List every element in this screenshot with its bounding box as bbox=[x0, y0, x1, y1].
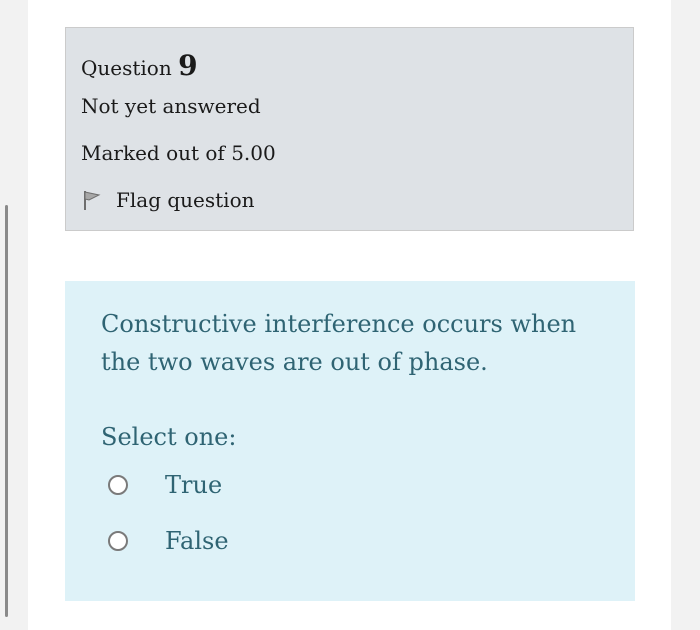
question-label: Question bbox=[81, 56, 172, 80]
answer-option-false[interactable]: False bbox=[108, 527, 229, 555]
answer-prompt: Select one: bbox=[101, 423, 237, 451]
answer-label-true: True bbox=[165, 471, 223, 499]
question-state: Not yet answered bbox=[81, 94, 261, 118]
question-grade: Marked out of 5.00 bbox=[81, 141, 276, 165]
question-info-panel: Question 9 Not yet answered Marked out o… bbox=[65, 27, 634, 231]
question-content: Constructive interference occurs when th… bbox=[65, 281, 635, 601]
radio-true[interactable] bbox=[108, 475, 128, 495]
flag-icon bbox=[82, 189, 102, 211]
scrollbar[interactable] bbox=[5, 205, 8, 617]
question-number-value: 9 bbox=[178, 49, 198, 82]
answer-option-true[interactable]: True bbox=[108, 471, 222, 499]
answer-label-false: False bbox=[165, 527, 229, 555]
question-text: Constructive interference occurs when th… bbox=[101, 310, 577, 376]
flag-question-link[interactable]: Flag question bbox=[82, 188, 255, 212]
radio-false[interactable] bbox=[108, 531, 128, 551]
flag-question-label: Flag question bbox=[116, 188, 255, 212]
question-number: Question 9 bbox=[81, 49, 198, 82]
